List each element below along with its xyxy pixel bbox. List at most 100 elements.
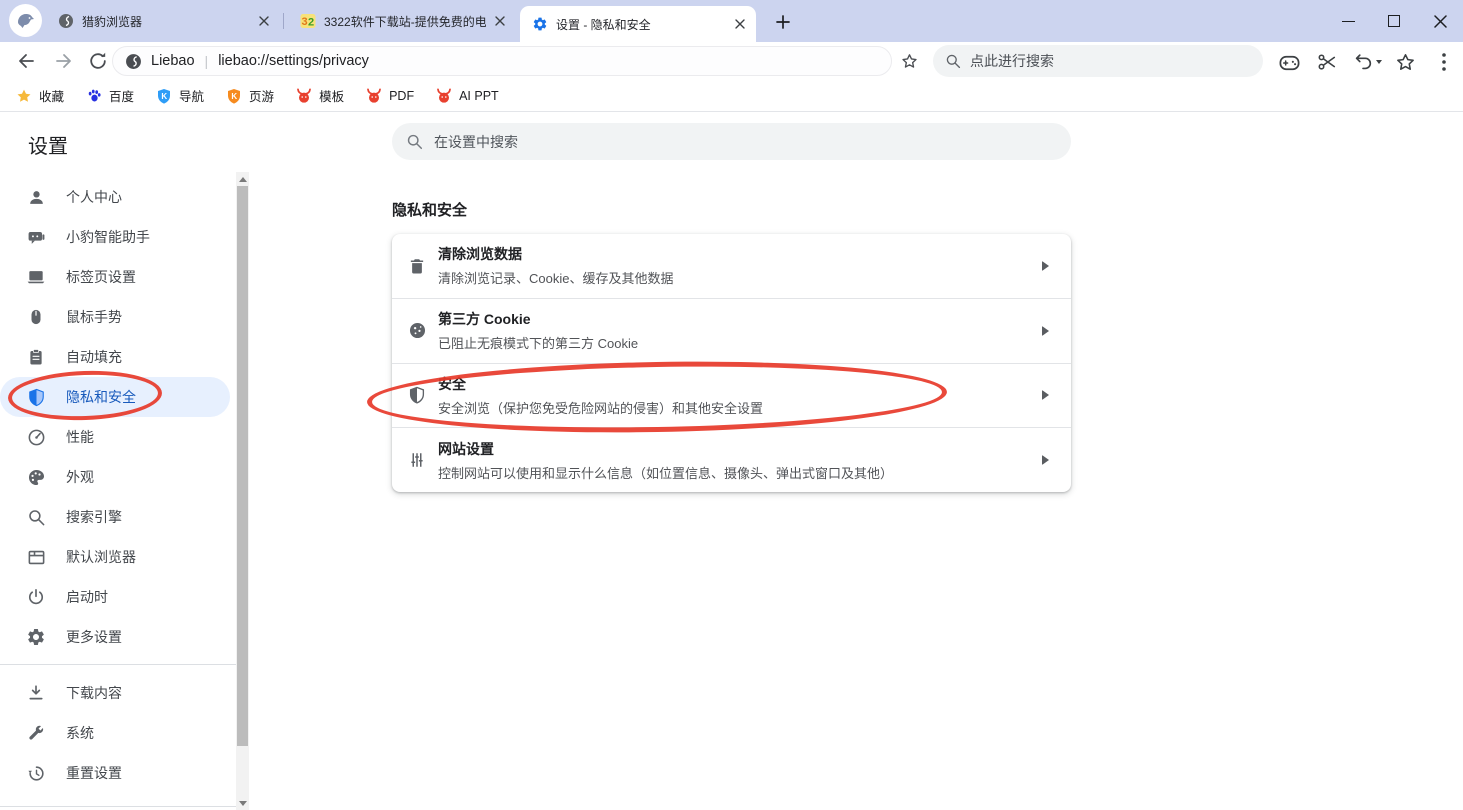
chevron-right-icon <box>1042 390 1049 400</box>
bookmark-webgame[interactable]: K 页游 <box>226 86 274 105</box>
triangle-down-icon <box>239 801 247 806</box>
sidebar-item-label: 个人中心 <box>66 187 122 207</box>
sidebar-item-tab-settings[interactable]: 标签页设置 <box>0 257 230 297</box>
forward-button[interactable] <box>52 49 76 73</box>
svg-text:K: K <box>161 92 167 101</box>
bookmark-page-button[interactable] <box>897 49 921 73</box>
docer-bull-icon <box>296 88 312 104</box>
window-maximize-button[interactable] <box>1371 0 1417 42</box>
bookmark-label: 模板 <box>319 86 344 105</box>
sidebar-item-system[interactable]: 系统 <box>0 713 230 753</box>
back-button[interactable] <box>14 49 38 73</box>
sidebar-item-mouse-gestures[interactable]: 鼠标手势 <box>0 297 230 337</box>
sidebar-item-privacy-security[interactable]: 隐私和安全 <box>0 377 230 417</box>
row-title: 网站设置 <box>438 439 893 459</box>
row-subtitle: 已阻止无痕模式下的第三方 Cookie <box>438 333 638 352</box>
bookmark-nav[interactable]: K 导航 <box>156 86 204 105</box>
row-site-settings[interactable]: 网站设置 控制网站可以使用和显示什么信息（如位置信息、摄像头、弹出式窗口及其他） <box>392 427 1071 492</box>
bookmark-templates[interactable]: 模板 <box>296 86 344 105</box>
row-subtitle: 清除浏览记录、Cookie、缓存及其他数据 <box>438 268 673 287</box>
sidebar-item-default-browser[interactable]: 默认浏览器 <box>0 537 230 577</box>
bookmark-favorites[interactable]: 收藏 <box>16 86 64 105</box>
download-icon <box>26 683 46 703</box>
settings-search-box[interactable] <box>392 123 1071 160</box>
sidebar-item-startup[interactable]: 启动时 <box>0 577 230 617</box>
bookmark-pdf[interactable]: PDF <box>366 88 414 104</box>
site-liebao-icon <box>125 53 142 70</box>
bookmark-label: PDF <box>389 89 414 103</box>
tab-close-icon[interactable] <box>256 13 272 29</box>
bookmark-label: 百度 <box>109 86 134 105</box>
reload-button[interactable] <box>86 49 110 73</box>
sidebar-item-label: 搜索引擎 <box>66 507 122 527</box>
sidebar-scrollbar[interactable] <box>236 172 249 810</box>
screenshot-button[interactable] <box>1314 49 1340 75</box>
scrollbar-up-button[interactable] <box>236 172 249 186</box>
svg-text:3: 3 <box>302 16 308 28</box>
sidebar-item-downloads[interactable]: 下载内容 <box>0 673 230 713</box>
sidebar-item-performance[interactable]: 性能 <box>0 417 230 457</box>
url-separator: | <box>205 53 209 69</box>
row-clear-browsing-data[interactable]: 清除浏览数据 清除浏览记录、Cookie、缓存及其他数据 <box>392 234 1071 298</box>
cookie-icon <box>405 319 429 343</box>
settings-search-input[interactable] <box>434 134 994 150</box>
tab-3322[interactable]: 32 3322软件下载站-提供免费的电脑软 <box>288 0 516 42</box>
quick-search-input[interactable] <box>970 53 1220 69</box>
tab-title: 猎豹浏览器 <box>82 13 250 30</box>
mouse-icon <box>26 307 46 327</box>
row-title: 第三方 Cookie <box>438 309 638 329</box>
chevron-down-icon <box>1375 59 1383 65</box>
search-icon <box>945 53 961 69</box>
new-tab-button[interactable] <box>772 11 794 33</box>
sidebar-item-assistant[interactable]: 小豹智能助手 <box>0 217 230 257</box>
quick-search-box[interactable] <box>933 45 1263 77</box>
window-close-button[interactable] <box>1417 0 1463 42</box>
minimize-icon <box>1342 21 1355 22</box>
tab-close-icon[interactable] <box>732 16 748 32</box>
sidebar-divider <box>0 664 236 665</box>
row-security[interactable]: 安全 安全浏览（保护您免受危险网站的侵害）和其他安全设置 <box>392 363 1071 428</box>
sidebar-item-personal-center[interactable]: 个人中心 <box>0 177 230 217</box>
sidebar-item-appearance[interactable]: 外观 <box>0 457 230 497</box>
tab-settings-active[interactable]: 设置 - 隐私和安全 <box>520 6 756 42</box>
sidebar-item-label: 小豹智能助手 <box>66 227 150 247</box>
scrollbar-thumb[interactable] <box>237 186 248 746</box>
browser-logo[interactable] <box>9 4 42 37</box>
game-center-button[interactable] <box>1276 49 1302 75</box>
sidebar-item-reset-settings[interactable]: 重置设置 <box>0 753 230 793</box>
row-subtitle: 安全浏览（保护您免受危险网站的侵害）和其他安全设置 <box>438 398 763 417</box>
bookmark-label: 页游 <box>249 86 274 105</box>
row-third-party-cookies[interactable]: 第三方 Cookie 已阻止无痕模式下的第三方 Cookie <box>392 298 1071 363</box>
tab-title: 3322软件下载站-提供免费的电脑软 <box>324 13 486 30</box>
baidu-paw-icon <box>86 88 102 104</box>
sidebar-item-autofill[interactable]: 自动填充 <box>0 337 230 377</box>
sidebar-item-more-settings[interactable]: 更多设置 <box>0 617 230 657</box>
chevron-right-icon <box>1042 326 1049 336</box>
favorites-button[interactable] <box>1392 49 1418 75</box>
browser-menu-button[interactable] <box>1431 49 1457 75</box>
search-icon <box>26 507 46 527</box>
tab-separator <box>283 13 284 29</box>
docer-bull-icon <box>436 88 452 104</box>
tab-liebao-home[interactable]: 猎豹浏览器 <box>46 0 280 42</box>
scrollbar-down-button[interactable] <box>236 796 249 810</box>
palette-icon <box>26 467 46 487</box>
tab-title: 设置 - 隐私和安全 <box>556 16 726 33</box>
window-minimize-button[interactable] <box>1325 0 1371 42</box>
undo-closed-tab-button[interactable] <box>1350 49 1384 75</box>
sidebar-divider <box>0 806 236 807</box>
scissors-icon <box>1316 51 1338 73</box>
bookmark-ai-ppt[interactable]: AI PPT <box>436 88 499 104</box>
sidebar-item-search-engine[interactable]: 搜索引擎 <box>0 497 230 537</box>
sidebar-item-label: 重置设置 <box>66 763 122 783</box>
browser-window-icon <box>26 547 46 567</box>
assistant-chat-icon <box>26 227 46 247</box>
chevron-right-icon <box>1042 455 1049 465</box>
address-bar[interactable]: Liebao | liebao://settings/privacy <box>112 46 892 76</box>
security-shield-icon <box>405 383 429 407</box>
tab-close-icon[interactable] <box>492 13 508 29</box>
row-title: 清除浏览数据 <box>438 244 673 264</box>
k-shield-blue-icon: K <box>156 88 172 104</box>
bookmark-baidu[interactable]: 百度 <box>86 86 134 105</box>
triangle-up-icon <box>239 177 247 182</box>
